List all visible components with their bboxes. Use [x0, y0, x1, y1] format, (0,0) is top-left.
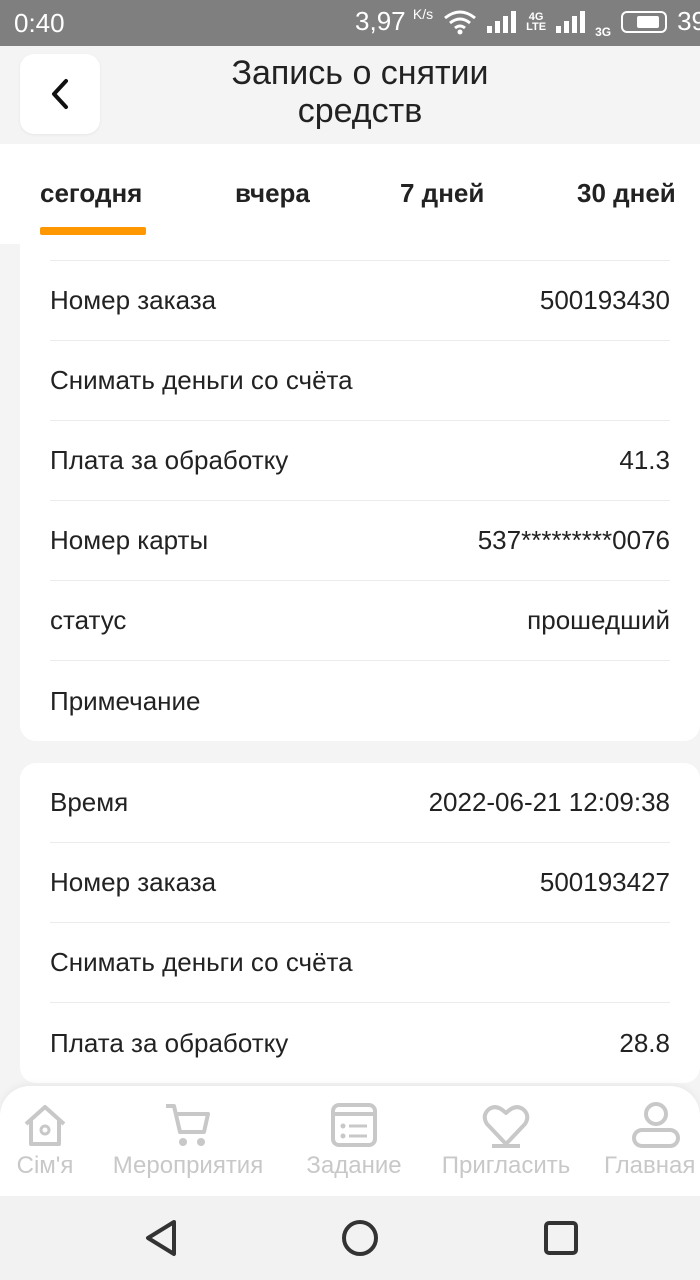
- nav-item-main[interactable]: Главная: [604, 1100, 700, 1180]
- tab-yesterday[interactable]: вчера: [235, 178, 310, 209]
- network-speed: 3,97 K/s: [355, 6, 434, 36]
- nav-item-invite[interactable]: Пригласить: [430, 1100, 582, 1180]
- nav-item-tasks[interactable]: Задание: [299, 1100, 409, 1180]
- tab-7-days[interactable]: 7 дней: [400, 178, 484, 209]
- battery-icon: [621, 10, 668, 33]
- record-row-hidden: [50, 244, 670, 261]
- back-triangle-icon[interactable]: [142, 1218, 180, 1258]
- task-list-icon: [331, 1103, 377, 1147]
- record-row-withdraw-amount: Снимать деньги со счёта: [50, 923, 670, 1003]
- cart-icon: [166, 1104, 210, 1146]
- tab-today[interactable]: сегодня: [40, 178, 142, 209]
- record-row-time: Время 2022-06-21 12:09:38: [50, 763, 670, 843]
- system-navigation-bar: [0, 1196, 700, 1280]
- tab-30-days[interactable]: 30 дней: [577, 178, 676, 209]
- status-time: 0:40: [14, 8, 65, 38]
- network-type-3g: 3G: [595, 25, 612, 39]
- page-title: Запись о снятии средств: [231, 54, 489, 130]
- status-bar: 0:40 3,97 K/s 4G LTE 3G 39: [0, 0, 700, 46]
- signal-icon: [487, 10, 517, 33]
- status-right: 3,97 K/s 4G LTE 3G 39: [355, 6, 700, 39]
- page-header: Запись о снятии средств: [0, 46, 700, 144]
- date-filter-tabs: сегодня вчера 7 дней 30 дней: [0, 144, 700, 244]
- nav-item-family[interactable]: Сім'я: [10, 1100, 80, 1180]
- record-row-status: статус прошедший: [50, 581, 670, 661]
- wifi-icon: [444, 10, 477, 34]
- record-row-order-number: Номер заказа 500193427: [50, 843, 670, 923]
- network-type-4g: 4G LTE: [526, 10, 547, 33]
- record-row-order-number: Номер заказа 500193430: [50, 261, 670, 341]
- nav-item-events[interactable]: Мероприятия: [100, 1100, 276, 1180]
- record-row-processing-fee: Плата за обработку 41.3: [50, 421, 670, 501]
- chevron-left-icon: [52, 79, 68, 109]
- signal-icon-2: [556, 10, 586, 33]
- back-button[interactable]: [20, 54, 100, 134]
- heart-icon: [482, 1105, 530, 1148]
- home-icon: [24, 1105, 66, 1146]
- record-row-processing-fee: Плата за обработку 28.8: [50, 1027, 670, 1058]
- record-row-note: Примечание: [50, 685, 201, 716]
- record-card: Время 2022-06-21 12:09:38 Номер заказа 5…: [20, 763, 700, 1083]
- record-row-withdraw-amount: Снимать деньги со счёта: [50, 341, 670, 421]
- home-circle-icon[interactable]: [340, 1218, 380, 1258]
- active-tab-indicator: [40, 227, 146, 235]
- user-icon: [632, 1102, 680, 1148]
- record-card: Номер заказа 500193430 Снимать деньги со…: [20, 244, 700, 741]
- recents-square-icon[interactable]: [542, 1218, 580, 1258]
- records-list[interactable]: Номер заказа 500193430 Снимать деньги со…: [0, 244, 700, 1086]
- bottom-navigation: Сім'я Мероприятия Задание Пригласить Гла…: [0, 1086, 700, 1196]
- battery-percent: 39: [677, 6, 700, 36]
- record-row-card-number: Номер карты 537*********0076: [50, 501, 670, 581]
